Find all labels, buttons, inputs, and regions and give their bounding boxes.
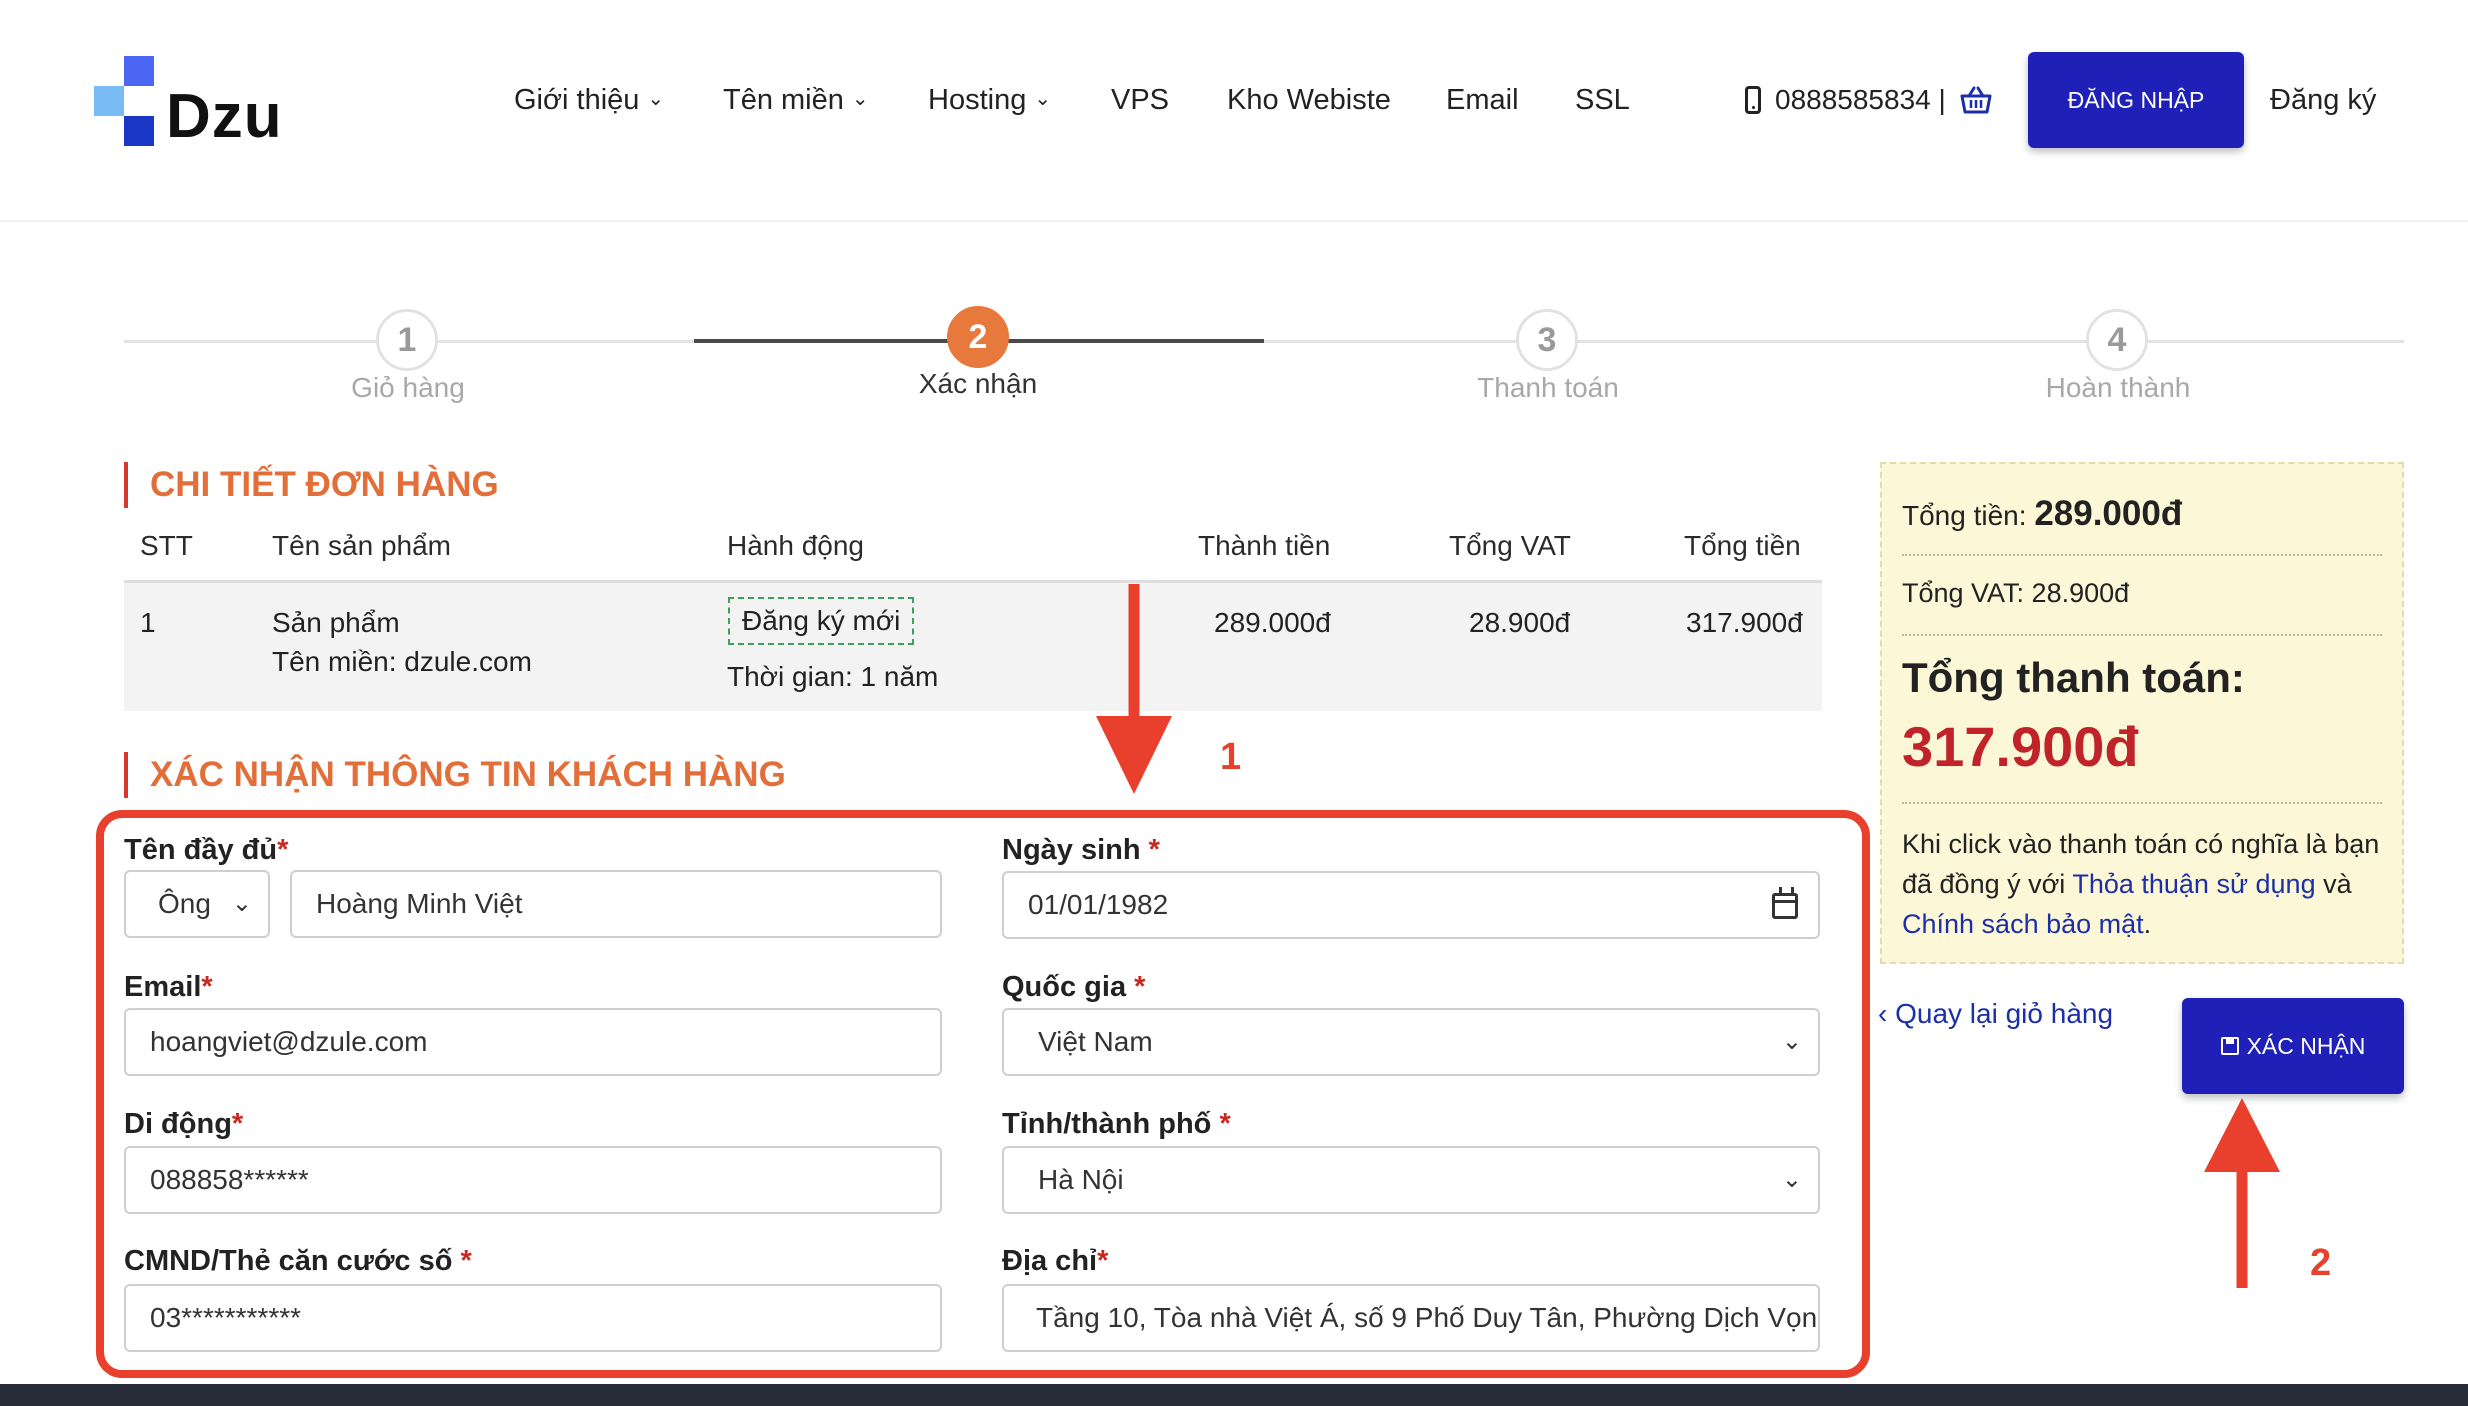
annotation-number-2: 2 xyxy=(2310,1242,2332,1284)
arrow-up-annotation xyxy=(2204,1098,2280,1288)
annotation-number-1: 1 xyxy=(1220,736,1242,778)
footer-bar xyxy=(0,1384,2468,1406)
annotation-arrows xyxy=(1096,584,2280,1288)
arrow-down-annotation xyxy=(1096,584,1172,794)
